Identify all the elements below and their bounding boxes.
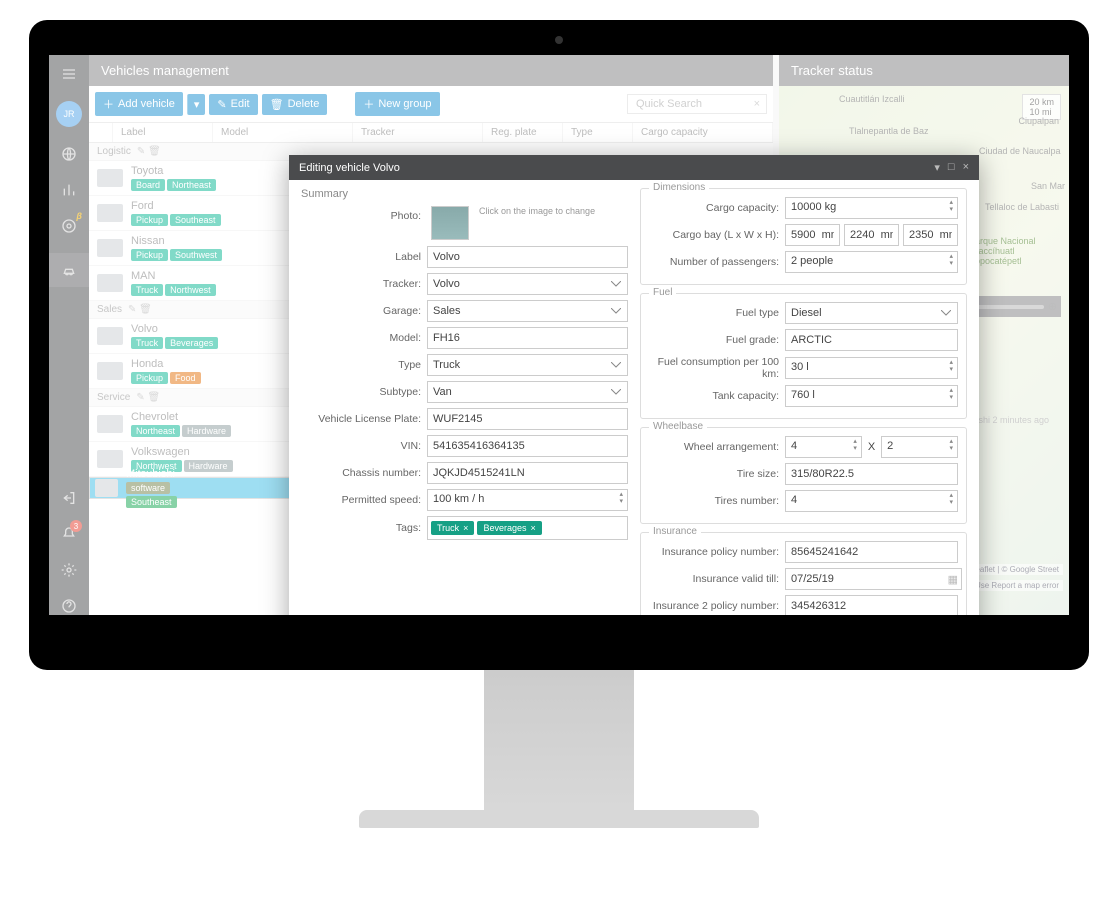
tag-truck[interactable]: Truck × — [431, 521, 474, 535]
remove-tag-icon[interactable]: × — [530, 523, 535, 533]
beta-badge: β — [76, 211, 82, 221]
summary-heading: Summary — [301, 188, 628, 200]
vehicle-thumb — [97, 327, 123, 345]
delete-button[interactable]: 🗑 Delete — [262, 94, 328, 115]
tag: Pickup — [131, 249, 168, 261]
help-icon[interactable] — [60, 597, 78, 615]
speed-field[interactable]: 100 km / h — [427, 489, 628, 511]
fuel-type-select[interactable]: Diesel — [785, 302, 958, 324]
fuel-cons-field[interactable]: 30 l — [785, 357, 958, 379]
wheel-arr1-field[interactable]: 4 — [785, 436, 862, 458]
tag: Pickup — [131, 372, 168, 384]
tag: Beverages — [165, 337, 218, 349]
vehicle-photo[interactable] — [431, 206, 469, 240]
tag: Hardware — [182, 425, 231, 437]
chart-icon[interactable] — [60, 181, 78, 199]
notif-badge: 3 — [70, 520, 82, 532]
tag: Southwest — [170, 249, 222, 261]
toolbar: ＋ Add vehicle▾ ✎ Edit 🗑 Delete ＋ New gro… — [89, 86, 773, 122]
tag: Northwest — [165, 284, 216, 296]
vehicle-thumb — [97, 204, 123, 222]
cargo-field[interactable]: 10000 kg — [785, 197, 958, 219]
bay-l-field[interactable] — [785, 224, 840, 246]
tag: Pickup — [131, 214, 168, 226]
bay-h-field[interactable] — [903, 224, 958, 246]
tire-size-field[interactable] — [785, 463, 958, 485]
tracker-select[interactable]: Volvo — [427, 273, 628, 295]
close-icon[interactable]: × — [963, 161, 969, 174]
vehicle-thumb — [95, 479, 118, 497]
maximize-icon[interactable]: □ — [948, 161, 955, 174]
add-vehicle-button[interactable]: ＋ Add vehicle — [95, 92, 183, 116]
ins2-policy-field[interactable] — [785, 595, 958, 615]
side-rail: JR β 3 — [49, 55, 89, 615]
vehicle-thumb — [97, 274, 123, 292]
add-vehicle-dropdown[interactable]: ▾ — [187, 94, 206, 115]
tag: Northeast — [167, 179, 216, 191]
vehicle-thumb — [97, 450, 123, 468]
type-select[interactable]: Truck — [427, 354, 628, 376]
tag: Truck — [131, 337, 163, 349]
vehicle-thumb — [97, 169, 123, 187]
vehicle-thumb — [97, 362, 123, 380]
clear-search-icon[interactable]: × — [754, 98, 760, 110]
wheel-arr2-field[interactable]: 2 — [881, 436, 958, 458]
model-field[interactable] — [427, 327, 628, 349]
remove-tag-icon[interactable]: × — [463, 523, 468, 533]
tags-field[interactable]: Truck × Beverages × — [427, 516, 628, 540]
tag: Board — [131, 179, 165, 191]
modal-title: Editing vehicle Volvo — [299, 162, 400, 174]
vin-field[interactable] — [427, 435, 628, 457]
tracker-title: Tracker status — [779, 55, 1069, 86]
tag-beverages[interactable]: Beverages × — [477, 521, 541, 535]
vehicle-icon[interactable] — [49, 253, 89, 287]
plate-field[interactable] — [427, 408, 628, 430]
chassis-field[interactable] — [427, 462, 628, 484]
vehicle-thumb — [97, 415, 123, 433]
panel-title: Vehicles management — [89, 55, 773, 86]
location-icon[interactable]: β — [60, 217, 78, 235]
vehicle-thumb — [97, 239, 123, 257]
bell-icon[interactable]: 3 — [60, 525, 78, 543]
zoom-in-icon[interactable]: ⊕ — [1048, 300, 1057, 313]
bay-w-field[interactable] — [844, 224, 899, 246]
avatar[interactable]: JR — [56, 101, 82, 127]
map-attr: Leaflet | © Google Street — [967, 564, 1063, 575]
tag: software — [126, 482, 170, 494]
logout-icon[interactable] — [60, 489, 78, 507]
search-input[interactable]: Quick Search× — [627, 94, 767, 114]
edit-vehicle-modal: Editing vehicle Volvo ▾ □ × Summary Phot… — [289, 155, 979, 615]
tires-num-field[interactable]: 4 — [785, 490, 958, 512]
tag: Southeast — [126, 496, 177, 508]
ins-valid-field[interactable] — [785, 568, 962, 590]
photo-hint: Click on the image to change — [479, 206, 595, 216]
tag: Truck — [131, 284, 163, 296]
edit-button[interactable]: ✎ Edit — [209, 94, 257, 115]
tank-field[interactable]: 760 l — [785, 385, 958, 407]
label-field[interactable] — [427, 246, 628, 268]
pax-field[interactable]: 2 people — [785, 251, 958, 273]
table-header: LabelModelTrackerReg. plateTypeCargo cap… — [89, 122, 773, 143]
fuel-grade-field[interactable] — [785, 329, 958, 351]
ins-policy-field[interactable] — [785, 541, 958, 563]
collapse-icon[interactable]: ▾ — [934, 161, 940, 174]
tag: Northeast — [131, 425, 180, 437]
new-group-button[interactable]: ＋ New group — [355, 92, 439, 116]
menu-icon[interactable] — [60, 65, 78, 83]
tag: Food — [170, 372, 201, 384]
garage-select[interactable]: Sales — [427, 300, 628, 322]
modal-header[interactable]: Editing vehicle Volvo ▾ □ × — [289, 155, 979, 180]
tag: Southeast — [170, 214, 221, 226]
gear-icon[interactable] — [60, 561, 78, 579]
globe-icon[interactable] — [60, 145, 78, 163]
subtype-select[interactable]: Van — [427, 381, 628, 403]
